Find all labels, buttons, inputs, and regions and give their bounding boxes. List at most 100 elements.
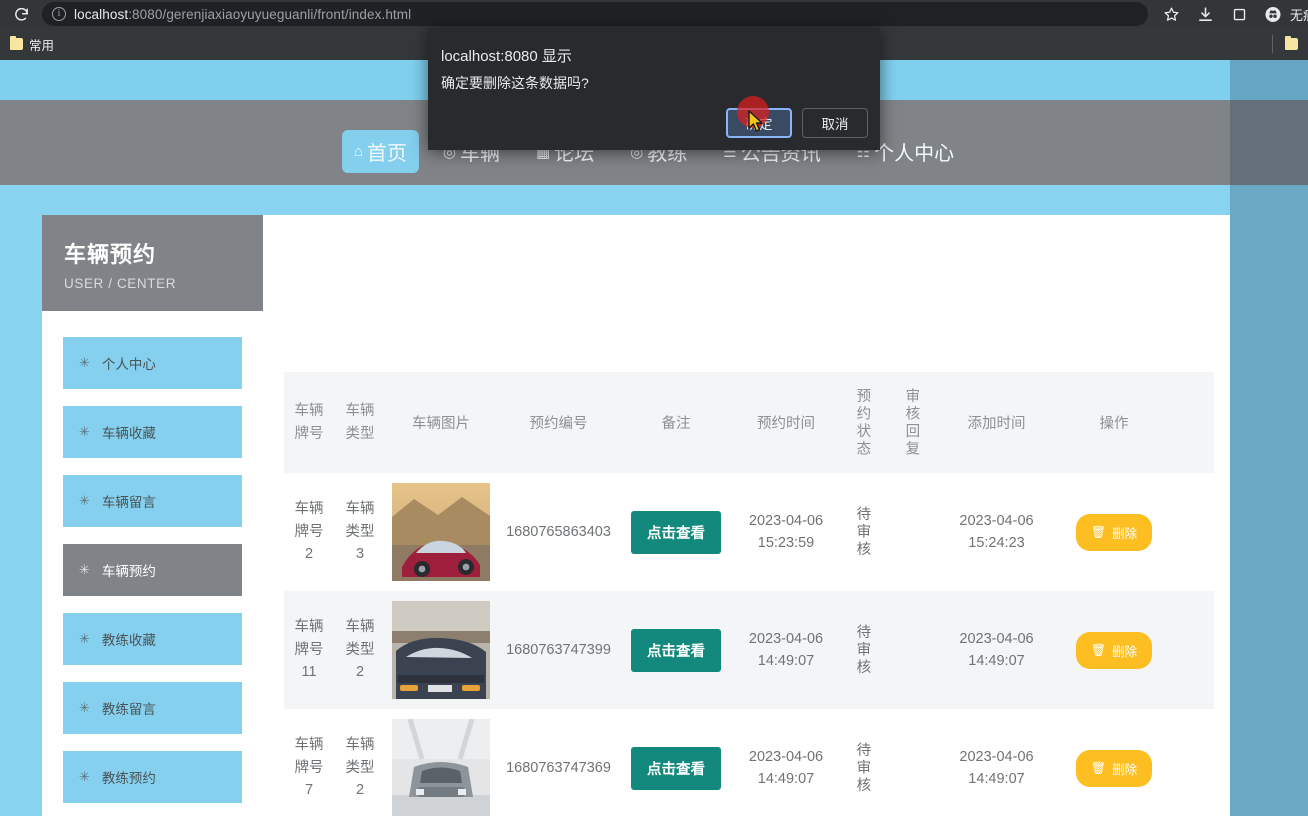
asterisk-icon: ✳ bbox=[79, 424, 90, 439]
site-info-icon[interactable]: i bbox=[52, 7, 66, 21]
cell-order-no: 1680763747399 bbox=[506, 642, 611, 658]
cell-type: 车辆类型2 bbox=[345, 619, 375, 681]
silver-luxury-car-photo[interactable] bbox=[392, 719, 490, 816]
dialog-cancel-button[interactable]: 取消 bbox=[802, 108, 868, 138]
toolbar-icon-group: 无痕 bbox=[1162, 5, 1308, 24]
url-text: localhost:8080/gerenjiaxiaoyuyueguanli/f… bbox=[74, 6, 412, 22]
cell-action: 🗑 删除 bbox=[1054, 513, 1174, 551]
sidebar-item-coach-favorites[interactable]: ✳ 教练收藏 bbox=[63, 613, 242, 665]
dialog-title: localhost:8080 显示 bbox=[441, 48, 572, 65]
column-header-remark: 备注 bbox=[661, 416, 691, 432]
dark-blue-hatchback-photo[interactable] bbox=[392, 601, 490, 699]
reload-icon[interactable] bbox=[8, 1, 34, 27]
incognito-icon[interactable] bbox=[1264, 5, 1282, 23]
table-row: 车辆牌号11 车辆类型2 1680763747399 点击查看 2023-04-… bbox=[284, 591, 1214, 709]
sidebar-item-label: 车辆预约 bbox=[101, 564, 156, 579]
column-header-book-time: 预约时间 bbox=[757, 416, 815, 432]
cell-add-time: 2023-04-06 14:49:07 bbox=[959, 630, 1034, 669]
cell-status: 待审核 bbox=[854, 741, 871, 795]
delete-button[interactable]: 🗑 删除 bbox=[1075, 749, 1153, 787]
red-sedan-photo[interactable] bbox=[392, 483, 490, 581]
asterisk-icon: ✳ bbox=[79, 355, 90, 370]
cell-plate: 车辆牌号2 bbox=[294, 501, 324, 563]
cell-order-no: 1680765863403 bbox=[506, 524, 611, 540]
bookmarks-overflow bbox=[1272, 35, 1298, 53]
bookmark-star-icon[interactable] bbox=[1162, 5, 1180, 23]
view-detail-button[interactable]: 点击查看 bbox=[631, 628, 721, 672]
cell-type: 车辆类型3 bbox=[345, 501, 375, 563]
home-icon: ⌂ bbox=[353, 143, 363, 160]
cell-add-time: 2023-04-06 15:24:23 bbox=[959, 512, 1034, 551]
confirm-dialog: localhost:8080 显示 确定要删除这条数据吗? 确定 取消 bbox=[428, 28, 880, 150]
cell-action: 🗑 删除 bbox=[1054, 631, 1174, 669]
table-header-row: 车辆牌号 车辆类型 车辆图片 预约编号 备注 预约时间 预约状态 审核回复 添加… bbox=[284, 372, 1214, 473]
delete-button[interactable]: 🗑 删除 bbox=[1075, 631, 1153, 669]
cell-remark: 点击查看 bbox=[621, 628, 731, 672]
asterisk-icon: ✳ bbox=[79, 493, 90, 508]
dialog-confirm-button[interactable]: 确定 bbox=[726, 108, 792, 138]
column-header-status: 预约状态 bbox=[854, 387, 871, 458]
delete-button-label: 删除 bbox=[1112, 526, 1138, 541]
address-bar[interactable]: i localhost:8080/gerenjiaxiaoyuyueguanli… bbox=[42, 2, 1148, 26]
content-area: 车辆预约 USER / CENTER ✳ 个人中心 ✳ 车辆收藏 ✳ 车辆留言 … bbox=[42, 215, 1230, 816]
sidebar-item-coach-booking[interactable]: ✳ 教练预约 bbox=[63, 751, 242, 803]
sidebar-subtitle: USER / CENTER bbox=[64, 276, 177, 291]
sidebar-title: 车辆预约 bbox=[64, 242, 157, 267]
cell-book-time: 2023-04-06 15:23:59 bbox=[748, 512, 824, 551]
user-center-sidebar: 车辆预约 USER / CENTER ✳ 个人中心 ✳ 车辆收藏 ✳ 车辆留言 … bbox=[42, 215, 263, 816]
cell-status: 待审核 bbox=[854, 623, 871, 677]
sidebar-item-label: 教练预约 bbox=[101, 771, 156, 786]
cell-book-time: 2023-04-06 14:49:07 bbox=[748, 748, 824, 787]
column-header-add-time: 添加时间 bbox=[967, 416, 1026, 432]
sidebar-header: 车辆预约 USER / CENTER bbox=[42, 215, 263, 311]
cell-image[interactable] bbox=[386, 601, 496, 699]
table-row: 车辆牌号7 车辆类型2 1680763747369 点击查看 2023-04-0… bbox=[284, 709, 1214, 816]
nav-item-label: 首页 bbox=[366, 143, 407, 165]
view-detail-button[interactable]: 点击查看 bbox=[631, 510, 721, 554]
sidebar-item-label: 教练收藏 bbox=[101, 633, 156, 648]
cell-plate: 车辆牌号7 bbox=[294, 737, 324, 799]
cell-plate: 车辆牌号11 bbox=[294, 619, 324, 681]
folder-icon bbox=[10, 36, 23, 50]
delete-button-label: 删除 bbox=[1112, 762, 1138, 777]
browser-toolbar: i localhost:8080/gerenjiaxiaoyuyueguanli… bbox=[0, 0, 1308, 28]
cell-image[interactable] bbox=[386, 719, 496, 816]
sidebar-item-label: 车辆留言 bbox=[101, 495, 156, 510]
booking-table: 车辆牌号 车辆类型 车辆图片 预约编号 备注 预约时间 预约状态 审核回复 添加… bbox=[284, 372, 1214, 816]
cell-image[interactable] bbox=[386, 483, 496, 581]
divider bbox=[1272, 35, 1273, 53]
sidebar-item-personal-center[interactable]: ✳ 个人中心 bbox=[63, 337, 242, 389]
view-detail-button[interactable]: 点击查看 bbox=[631, 746, 721, 790]
folder-icon[interactable] bbox=[1285, 36, 1298, 50]
column-header-image: 车辆图片 bbox=[412, 416, 470, 432]
sidebar-item-vehicle-favorites[interactable]: ✳ 车辆收藏 bbox=[63, 406, 242, 458]
column-header-review-reply: 审核回复 bbox=[903, 387, 920, 458]
cell-add-time: 2023-04-06 14:49:07 bbox=[959, 748, 1034, 787]
booking-panel: 车辆牌号 车辆类型 车辆图片 预约编号 备注 预约时间 预约状态 审核回复 添加… bbox=[263, 215, 1230, 816]
side-panel-icon[interactable] bbox=[1230, 5, 1248, 23]
nav-item-home[interactable]: ⌂ 首页 bbox=[341, 130, 419, 173]
asterisk-icon: ✳ bbox=[79, 700, 90, 715]
cell-order-no: 1680763747369 bbox=[506, 760, 611, 776]
sidebar-item-label: 个人中心 bbox=[101, 357, 156, 372]
sidebar-item-vehicle-messages[interactable]: ✳ 车辆留言 bbox=[63, 475, 242, 527]
bookmark-item-common[interactable]: 常用 bbox=[10, 35, 54, 54]
trash-icon: 🗑 bbox=[1090, 643, 1107, 657]
sidebar-item-label: 车辆收藏 bbox=[101, 426, 156, 441]
cell-remark: 点击查看 bbox=[621, 510, 731, 554]
cell-remark: 点击查看 bbox=[621, 746, 731, 790]
trash-icon: 🗑 bbox=[1090, 525, 1107, 539]
delete-button-label: 删除 bbox=[1112, 644, 1138, 659]
delete-button[interactable]: 🗑 删除 bbox=[1075, 513, 1153, 551]
incognito-label: 无痕 bbox=[1290, 7, 1308, 23]
asterisk-icon: ✳ bbox=[79, 769, 90, 784]
asterisk-icon: ✳ bbox=[79, 631, 90, 646]
dialog-button-group: 确定 取消 bbox=[726, 108, 868, 138]
sidebar-item-coach-messages[interactable]: ✳ 教练留言 bbox=[63, 682, 242, 734]
sidebar-item-vehicle-booking[interactable]: ✳ 车辆预约 bbox=[63, 544, 242, 596]
downloads-icon[interactable] bbox=[1196, 5, 1214, 23]
cell-status: 待审核 bbox=[854, 505, 871, 559]
asterisk-icon: ✳ bbox=[79, 562, 90, 577]
sidebar-item-label: 教练留言 bbox=[101, 702, 156, 717]
cell-action: 🗑 删除 bbox=[1054, 749, 1174, 787]
